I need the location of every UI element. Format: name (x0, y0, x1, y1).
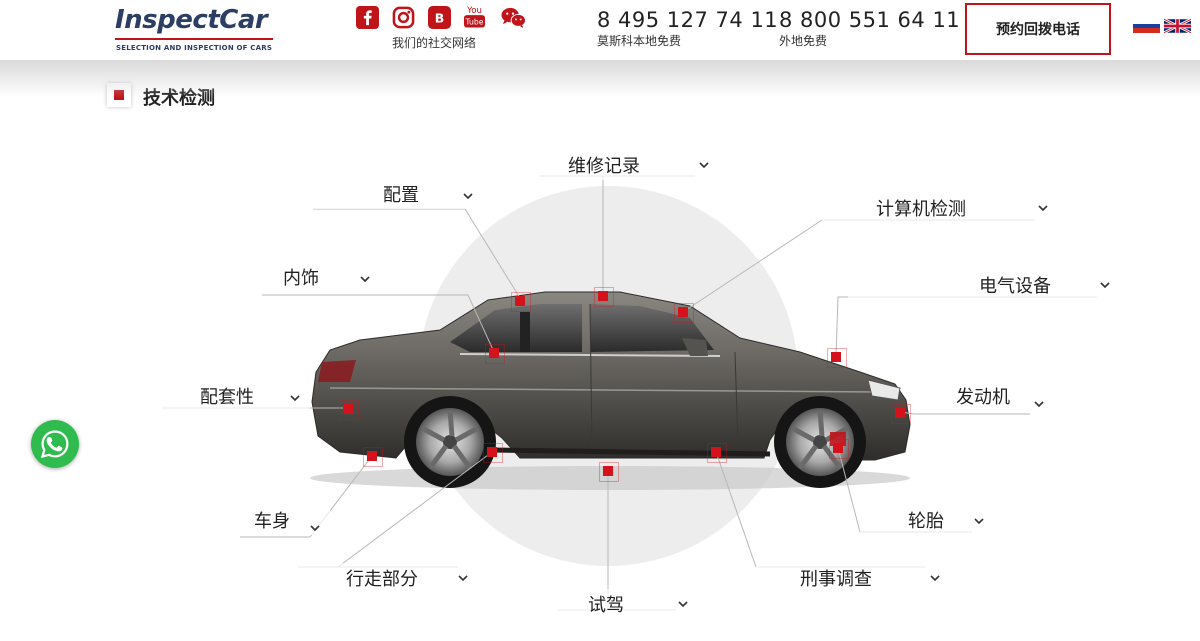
chevron-down-icon (290, 395, 300, 402)
inspection-item-interior[interactable]: 内饰 (262, 262, 382, 292)
svg-text:B: B (435, 10, 444, 25)
chevron-down-icon (1100, 282, 1110, 289)
logo-underline (115, 38, 273, 40)
phone-russia[interactable]: 8 800 551 64 11 (779, 8, 960, 32)
chevron-down-icon (360, 276, 370, 283)
site-header: InspectCar SELECTION AND INSPECTION OF C… (0, 0, 1200, 60)
inspection-item-body[interactable]: 车身 (240, 505, 330, 535)
logo-tagline: SELECTION AND INSPECTION OF CARS (116, 44, 273, 52)
inspection-item-label: 配套性 (200, 387, 254, 408)
hotspot-completeness[interactable] (339, 400, 359, 420)
inspection-item-service-history[interactable]: 维修记录 (540, 150, 715, 180)
chevron-down-icon (310, 525, 320, 532)
chevron-down-icon (1034, 401, 1044, 408)
hotspot-interior[interactable] (485, 344, 505, 364)
svg-text:Tube: Tube (465, 18, 484, 27)
chevron-down-icon (699, 162, 709, 169)
inspection-item-label: 电气设备 (979, 276, 1051, 297)
phone-russia-note: 外地免费 (779, 34, 828, 48)
whatsapp-icon (40, 430, 69, 459)
inspection-item-label: 发动机 (956, 387, 1010, 408)
vk-icon[interactable]: B (428, 6, 451, 29)
hotspot-chassis[interactable] (483, 443, 503, 463)
chevron-down-icon (930, 575, 940, 582)
chevron-down-icon (974, 518, 984, 525)
callback-button[interactable]: 预约回拨电话 (965, 3, 1111, 55)
chevron-down-icon (1038, 205, 1048, 212)
wechat-icon[interactable] (500, 6, 527, 29)
inspection-item-label: 内饰 (283, 268, 319, 289)
inspection-item-configuration[interactable]: 配置 (313, 179, 483, 209)
inspection-item-chassis[interactable]: 行走部分 (298, 563, 476, 593)
ru-flag-icon[interactable] (1133, 19, 1160, 33)
inspection-item-computer-diagnostics[interactable]: 计算机检测 (822, 193, 1057, 223)
logo[interactable]: InspectCar SELECTION AND INSPECTION OF C… (115, 4, 275, 52)
hotspot-test-drive[interactable] (599, 462, 619, 482)
inspection-item-label: 计算机检测 (876, 199, 966, 220)
chevron-down-icon (458, 575, 468, 582)
instagram-icon[interactable] (392, 6, 415, 29)
inspection-item-label: 刑事调查 (800, 569, 872, 590)
inspection-item-electrical[interactable]: 电气设备 (848, 270, 1116, 300)
phone-moscow[interactable]: 8 495 127 74 11 (597, 8, 778, 32)
social-label: 我们的社交网络 (392, 36, 477, 50)
hotspot-criminal-check[interactable] (707, 443, 727, 463)
facebook-icon[interactable] (356, 6, 379, 29)
hotspot-engine[interactable] (891, 404, 911, 424)
inspection-item-label: 轮胎 (908, 511, 944, 532)
inspection-item-engine[interactable]: 发动机 (914, 381, 1054, 411)
phone-moscow-note: 莫斯科本地免费 (597, 34, 682, 48)
inspection-item-label: 行走部分 (346, 569, 418, 590)
inspection-item-criminal-check[interactable]: 刑事调查 (756, 563, 946, 593)
hotspot-tires[interactable] (829, 439, 849, 459)
inspection-item-label: 维修记录 (568, 156, 640, 177)
hotspot-body[interactable] (363, 447, 383, 467)
inspection-item-label: 车身 (254, 511, 290, 532)
social-links: B You Tube (356, 6, 531, 31)
svg-text:You: You (466, 6, 482, 16)
hotspot-service-history[interactable] (594, 287, 614, 307)
youtube-icon[interactable]: You Tube (463, 3, 486, 31)
hotspot-computer-diagnostics[interactable] (674, 303, 694, 323)
inspection-item-label: 配置 (383, 185, 419, 206)
chevron-down-icon (463, 193, 473, 200)
hotspot-electrical[interactable] (827, 348, 847, 368)
hotspot-configuration[interactable] (511, 292, 531, 312)
inspection-item-completeness[interactable]: 配套性 (162, 381, 310, 411)
uk-flag-icon[interactable] (1164, 19, 1191, 33)
chevron-down-icon (678, 601, 688, 608)
inspection-item-test-drive[interactable]: 试驾 (558, 589, 696, 619)
whatsapp-button[interactable] (31, 420, 79, 468)
logo-text: InspectCar (115, 5, 268, 35)
inspection-item-label: 试驾 (588, 595, 624, 616)
header-shadow (0, 58, 1200, 98)
inspection-item-tires[interactable]: 轮胎 (860, 505, 992, 535)
